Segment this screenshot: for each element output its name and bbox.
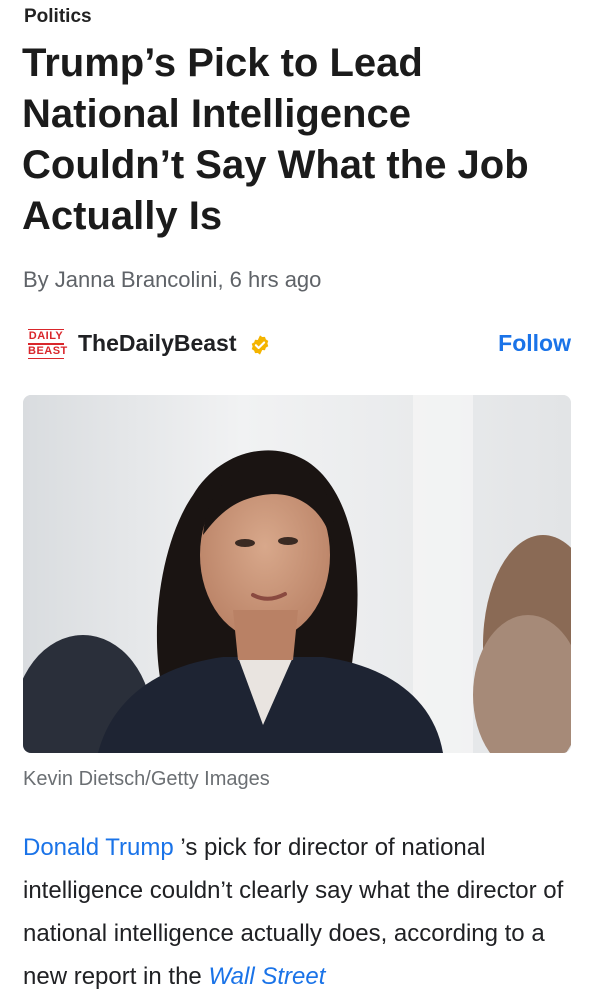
article-hero-image[interactable] <box>23 395 571 753</box>
article-byline: By Janna Brancolini, 6 hrs ago <box>23 267 322 292</box>
publisher-row: DAILY BEAST TheDailyBeast Follow <box>22 322 571 366</box>
hero-photo <box>23 395 571 753</box>
publisher-logo[interactable]: DAILY BEAST <box>28 329 68 361</box>
article-headline: Trump’s Pick to Lead National Intelligen… <box>22 41 529 238</box>
wall-street-journal-link[interactable]: Wall Street <box>208 963 325 990</box>
follow-button[interactable]: Follow <box>498 330 571 357</box>
verified-badge-icon <box>251 335 269 355</box>
donald-trump-link[interactable]: Donald Trump <box>23 834 174 861</box>
publisher-logo-line2: BEAST <box>28 344 68 359</box>
publisher-logo-line1: DAILY <box>28 329 64 344</box>
article-body-paragraph: Donald Trump ’s pick for director of nat… <box>23 826 573 998</box>
category-label[interactable]: Politics <box>24 6 92 28</box>
image-caption: Kevin Dietsch/Getty Images <box>23 768 270 790</box>
publisher-name[interactable]: TheDailyBeast <box>78 330 237 357</box>
